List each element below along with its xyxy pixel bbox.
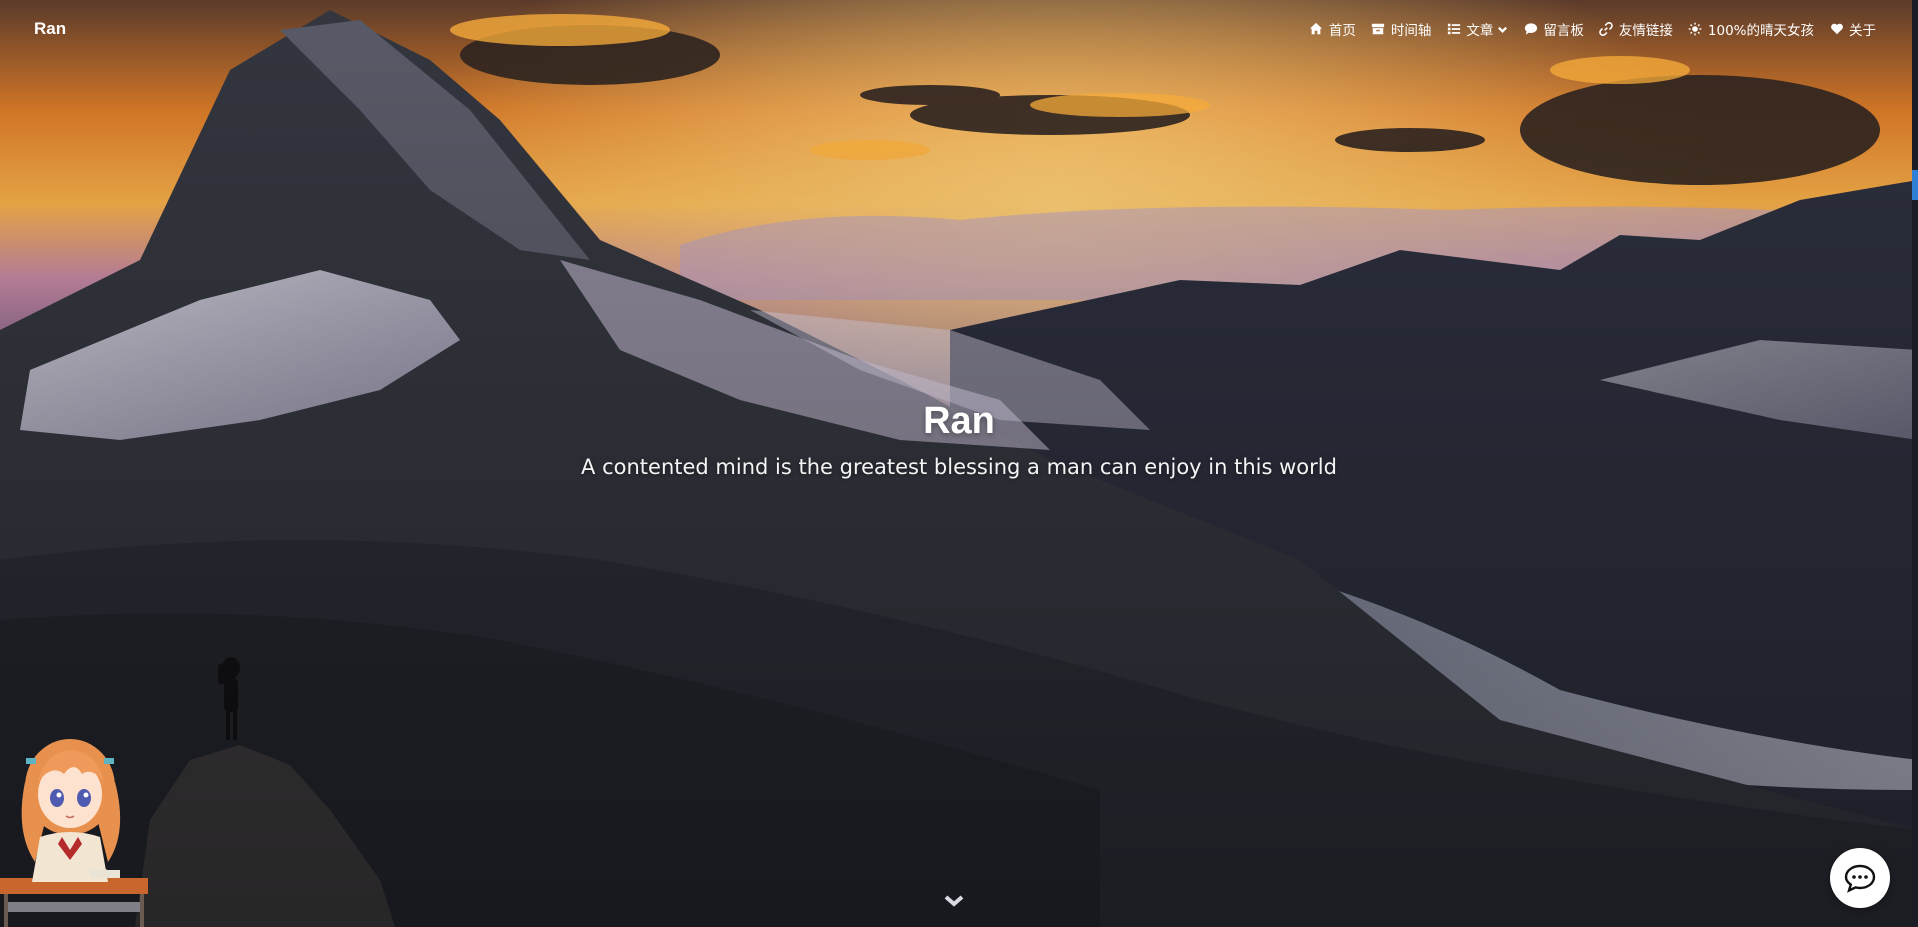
- archive-icon: [1371, 22, 1386, 36]
- nav-item-articles[interactable]: 文章: [1446, 19, 1508, 39]
- nav-label-friend-links: 友情链接: [1618, 23, 1673, 39]
- nav-item-guestbook[interactable]: 留言板: [1523, 19, 1584, 39]
- chat-button[interactable]: [1830, 848, 1890, 908]
- anime-girl-mascot[interactable]: [0, 722, 150, 927]
- hero-subtitle: A contented mind is the greatest blessin…: [581, 455, 1337, 479]
- chat-bubble-icon: [1844, 864, 1876, 893]
- heart-icon: [1829, 22, 1844, 36]
- nav-label-about: 关于: [1849, 23, 1876, 39]
- chevron-down-icon: [944, 895, 964, 907]
- nav-item-friend-links[interactable]: 友情链接: [1599, 19, 1673, 39]
- nav-label-guestbook: 留言板: [1543, 23, 1584, 39]
- hero-section: Ran A contented mind is the greatest ble…: [0, 400, 1918, 479]
- hero-title: Ran: [923, 400, 995, 442]
- comment-icon: [1523, 22, 1538, 36]
- list-icon: [1446, 22, 1461, 36]
- home-icon: [1309, 22, 1324, 36]
- scrollbar-thumb[interactable]: [1912, 170, 1918, 200]
- nav-item-sunny-girl[interactable]: 100%的晴天女孩: [1688, 19, 1814, 39]
- chevron-down-icon: [1497, 24, 1508, 35]
- nav-label-home: 首页: [1328, 23, 1356, 39]
- nav-label-sunny-girl: 100%的晴天女孩: [1707, 23, 1814, 39]
- nav-item-timeline[interactable]: 时间轴: [1371, 19, 1432, 39]
- nav-item-home[interactable]: 首页: [1309, 19, 1356, 39]
- nav-item-about[interactable]: 关于: [1829, 19, 1876, 39]
- page-scrollbar[interactable]: [1912, 0, 1918, 927]
- nav-label-timeline: 时间轴: [1390, 23, 1432, 39]
- site-brand-link[interactable]: Ran: [34, 19, 66, 39]
- nav-label-articles: 文章: [1466, 23, 1494, 39]
- sun-icon: [1688, 22, 1703, 36]
- top-navbar: Ran 首页 时间轴 文章 留言板 友情链接 100%的晴天女孩 关于: [0, 0, 1918, 58]
- link-icon: [1599, 22, 1614, 36]
- nav-menu: 首页 时间轴 文章 留言板 友情链接 100%的晴天女孩 关于: [1294, 19, 1876, 39]
- scroll-down-button[interactable]: [943, 893, 965, 909]
